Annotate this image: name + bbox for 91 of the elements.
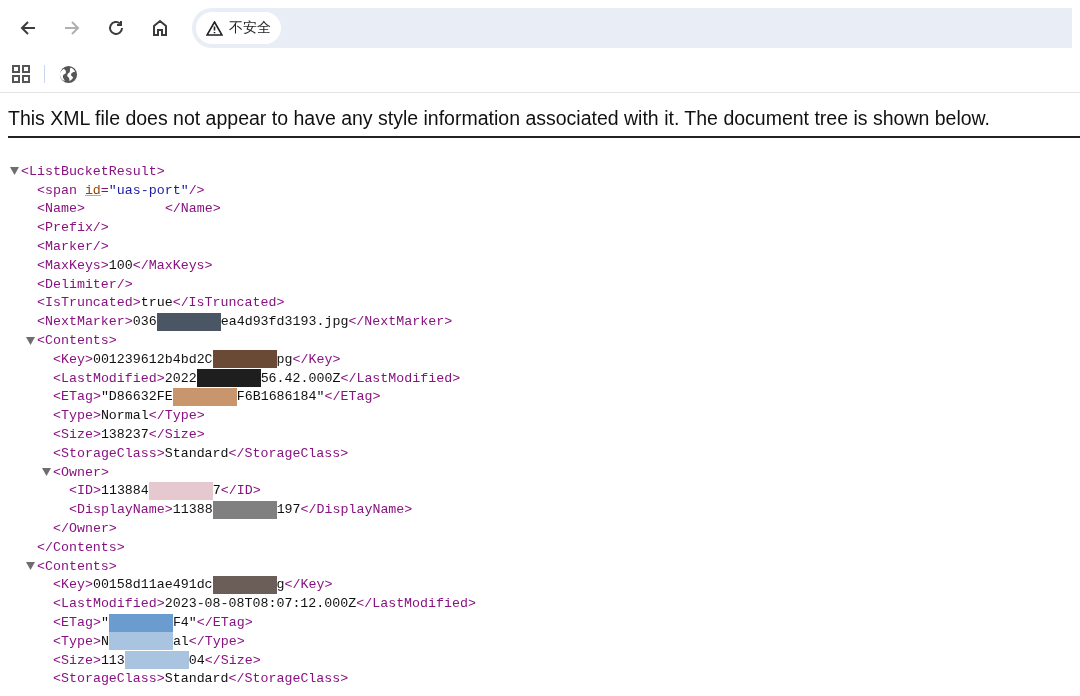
home-icon (151, 19, 169, 37)
xml-value: Standard (164, 445, 229, 461)
xml-tag: <ETag> (53, 389, 101, 405)
xml-tag: </LastModified> (340, 370, 461, 386)
xml-tag: </NextMarker> (348, 314, 453, 330)
xml-tag: <Contents> (37, 558, 117, 574)
xml-value: g (276, 577, 285, 593)
attribute-name: id (84, 182, 101, 198)
xml-tag: <Marker/> (37, 239, 109, 255)
xml-tag: </ETag> (196, 615, 253, 630)
xml-value: 11388 (172, 502, 213, 518)
xml-value: Normal (100, 408, 149, 424)
xml-tag: <Delimiter/> (37, 276, 133, 292)
xml-value: F6B1686184" (236, 389, 325, 405)
xml-value: "D86632FE (100, 389, 173, 405)
xml-tag: <LastModified> (53, 596, 165, 612)
xml-tag: <Size> (53, 427, 101, 443)
xml-tag: <NextMarker> (37, 314, 133, 330)
reload-icon (107, 19, 125, 37)
xml-value: 04 (188, 652, 205, 668)
xml-tag: /> (188, 182, 205, 198)
xml-value: F4" (172, 615, 197, 630)
xml-value: " (100, 615, 109, 630)
xml-tag: <MaxKeys> (37, 257, 109, 273)
xml-tag: </Name> (164, 201, 221, 217)
xml-tag: </Key> (284, 577, 333, 593)
xml-value: 2022 (164, 370, 197, 386)
xml-tag: </Type> (188, 633, 245, 649)
xml-tag: <ETag> (53, 615, 101, 630)
xml-tag: <StorageClass> (53, 671, 165, 687)
attribute-value: "uas-port" (108, 182, 189, 198)
arrow-right-icon (63, 19, 81, 37)
warning-icon (206, 20, 223, 36)
xml-tag: <Type> (53, 408, 101, 424)
xml-value: Standard (164, 671, 229, 687)
xml-tag: </Contents> (37, 539, 125, 555)
expand-toggle-icon[interactable] (42, 468, 51, 477)
equals-sign: = (100, 182, 109, 198)
xml-tag: </ID> (220, 483, 261, 499)
xml-tag: <ID> (69, 483, 101, 499)
xml-value: 100 (108, 257, 133, 273)
xml-tag: <Type> (53, 633, 101, 649)
xml-value: 00158d11ae491dc (92, 577, 213, 593)
xml-value: 138237 (100, 427, 149, 443)
xml-tag: <Key> (53, 577, 93, 593)
xml-value: true (140, 295, 173, 311)
xml-tag: </Owner> (53, 521, 117, 537)
xml-value: 7 (212, 483, 221, 499)
xml-value: 197 (276, 502, 301, 518)
xml-value: 036 (132, 314, 157, 330)
xml-value: ea4d93fd3193.jpg (220, 314, 349, 330)
xml-tag: <StorageClass> (53, 445, 165, 461)
xml-tag: </IsTruncated> (172, 295, 285, 311)
xml-value: 56.42.000Z (260, 370, 341, 386)
xml-tag: </Size> (148, 427, 205, 443)
xml-tag: </Key> (292, 351, 341, 367)
notice-text: This XML file does not appear to have any style information associated with it. The document tree is shown below. (8, 107, 1080, 138)
xml-value: 113884 (100, 483, 149, 499)
expand-toggle-icon[interactable] (26, 562, 35, 571)
xml-tag: <Owner> (53, 464, 109, 480)
xml-tag: </ETag> (324, 389, 381, 405)
grid-icon (12, 65, 30, 83)
xml-tag: <span (37, 182, 77, 198)
xml-tag: </LastModified> (356, 596, 476, 612)
globe-icon (58, 64, 78, 84)
expand-toggle-icon[interactable] (10, 167, 19, 176)
xml-value: 2023-08-08T08:07:12.000Z (164, 596, 357, 612)
security-chip[interactable]: 不安全 (196, 12, 281, 44)
xml-tag: <Name> (37, 201, 85, 217)
xml-value: al (172, 633, 189, 649)
xml-tag: </DisplayName> (300, 502, 413, 518)
xml-tag: </Size> (204, 652, 261, 668)
arrow-left-icon (19, 19, 37, 37)
xml-tag: <ListBucketResult> (21, 163, 165, 179)
xml-value: 113 (100, 652, 125, 668)
xml-tag: <IsTruncated> (37, 295, 141, 311)
address-bar[interactable]: 不安全 (192, 8, 1072, 48)
xml-tag: </StorageClass> (228, 671, 349, 687)
xml-tag: <Size> (53, 652, 101, 668)
expand-toggle-icon[interactable] (26, 336, 35, 345)
xml-tag: <Prefix/> (37, 220, 109, 236)
xml-value: 001239612b4bd2C (92, 351, 213, 367)
xml-value: pg (276, 351, 293, 367)
xml-tag: </StorageClass> (228, 445, 349, 461)
xml-value: N (100, 633, 109, 649)
xml-tag: <Key> (53, 351, 93, 367)
xml-tag: <LastModified> (53, 370, 165, 386)
xml-tag: </Type> (148, 408, 205, 424)
xml-tag: </MaxKeys> (132, 257, 213, 273)
xml-tag: <DisplayName> (69, 502, 173, 518)
xml-tag: <Contents> (37, 333, 117, 349)
